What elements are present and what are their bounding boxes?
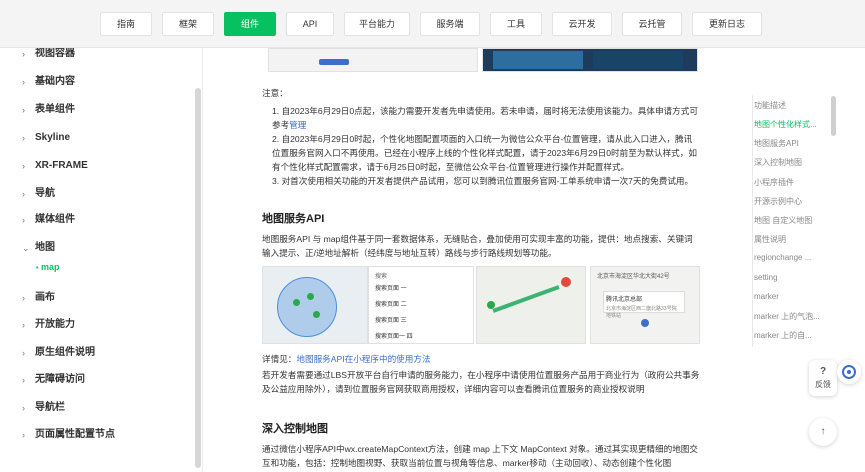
assistant-button[interactable] [837, 360, 861, 384]
toc-item[interactable]: setting [754, 273, 778, 282]
section-extra: 若开发者需要通过LBS开放平台自行申请的服务能力，在小程序中请使用位置服务产品用… [262, 370, 700, 394]
toc-item[interactable]: 地图 自定义地图 [754, 215, 812, 226]
sidebar-item-navbar[interactable]: › 导航栏 [0, 398, 195, 418]
nav-item-platform[interactable]: 平台能力 [344, 12, 410, 36]
section-title-map-api: 地图服务API [262, 213, 325, 225]
toc-item[interactable]: 开源示例中心 [754, 196, 802, 207]
sidebar-item-skyline[interactable]: › Skyline [0, 128, 195, 148]
nav-item-changelog[interactable]: 更新日志 [692, 12, 762, 36]
feedback-label: 反馈 [815, 380, 831, 389]
toc-item[interactable]: marker 上的气泡... [754, 311, 820, 322]
back-to-top-button[interactable]: ↑ [809, 418, 837, 446]
toc-item-active[interactable]: 地图个性化样式... [754, 119, 817, 130]
chevron-right-icon: › [22, 430, 25, 440]
main-content: 注意： 1. 自2023年6月29日0点起，该能力需要开发者先申请使用。若未申请… [204, 48, 749, 472]
sidebar-item-basic[interactable]: › 基础内容 [0, 72, 195, 92]
note-item-2: 2. 自2023年6月29日0时起，个性化地图配置项面的入口统一为微信公众平台-… [272, 134, 697, 172]
chevron-right-icon: › [22, 105, 25, 115]
demo-poi-map: 北京市海淀区华北大街42号 腾讯北京总部 北京市海淀区西二旗北路33号院 地铁站 [590, 266, 700, 344]
see-more: 详情见：地图服务API在小程序中的使用方法 [262, 354, 431, 364]
chevron-right-icon: › [22, 293, 25, 303]
sidebar-item-canvas[interactable]: › 画布 [0, 288, 195, 308]
toc-item[interactable]: 属性说明 [754, 234, 786, 245]
sidebar-item-form[interactable]: › 表单组件 [0, 100, 195, 120]
toc-item[interactable]: regionchange ... [754, 253, 811, 262]
preview-image-right [482, 48, 698, 72]
chevron-right-icon: › [22, 375, 25, 385]
toc-line [752, 95, 753, 347]
see-more-link[interactable]: 地图服务API在小程序中的使用方法 [296, 354, 430, 364]
sidebar-item-media[interactable]: › 媒体组件 [0, 210, 195, 230]
help-icon: ? [819, 366, 827, 377]
nav-item-tools[interactable]: 工具 [490, 12, 542, 36]
toc-scrollbar[interactable] [831, 96, 836, 136]
nav-item-guide[interactable]: 指南 [100, 12, 152, 36]
toc-item[interactable]: 深入控制地图 [754, 157, 802, 168]
chevron-right-icon: › [22, 133, 25, 143]
toc-item[interactable]: marker [754, 292, 779, 301]
sidebar-scrollbar[interactable] [195, 88, 201, 468]
nav-item-framework[interactable]: 框架 [162, 12, 214, 36]
chevron-right-icon: › [22, 348, 25, 358]
toc-item[interactable]: marker 上的自... [754, 330, 812, 341]
feedback-button[interactable]: ? 反馈 [809, 360, 837, 396]
chevron-right-icon: › [22, 77, 25, 87]
sidebar-item-open[interactable]: › 开放能力 [0, 315, 195, 335]
chevron-right-icon: › [22, 189, 25, 199]
top-nav: 指南 框架 组件 API 平台能力 服务端 工具 云开发 云托管 更新日志 [0, 0, 865, 48]
bullet-icon: • [36, 265, 39, 272]
toc-item[interactable]: 功能描述 [754, 100, 786, 111]
chevron-right-icon: › [22, 403, 25, 413]
note-item-3: 3. 对首次使用相关功能的开发者提供产品试用，您可以到腾讯位置服务官网-工单系统… [272, 176, 694, 186]
sidebar-sub-item-map[interactable]: • map [36, 262, 59, 272]
chevron-right-icon: › [22, 161, 25, 171]
sidebar-item-accessibility[interactable]: › 无障碍访问 [0, 370, 195, 390]
toc-item[interactable]: 地图服务API [754, 138, 799, 149]
demo-route-map [476, 266, 586, 344]
nav-item-components[interactable]: 组件 [224, 12, 276, 36]
section-title-map-control: 深入控制地图 [262, 423, 328, 435]
sidebar-item-navigation[interactable]: › 导航 [0, 184, 195, 204]
note-label: 注意： [262, 88, 288, 98]
sidebar-item-page-meta[interactable]: › 页面属性配置节点 [0, 425, 195, 445]
nav-item-cloud-host[interactable]: 云托管 [622, 12, 682, 36]
chevron-down-icon: ⌄ [22, 243, 30, 253]
nav-item-cloud-dev[interactable]: 云开发 [552, 12, 612, 36]
nav-item-server[interactable]: 服务端 [420, 12, 480, 36]
demo-search-list: 搜索 搜索页面 一 搜索页面 二 搜索页面 三 搜索页面一 四 [368, 266, 474, 344]
demo-map-circle [262, 266, 368, 344]
sidebar-item-xr-frame[interactable]: › XR-FRAME [0, 156, 195, 176]
note-item-1: 1. 自2023年6月29日0点起，该能力需要开发者先申请使用。若未申请，届时将… [272, 106, 698, 130]
sidebar: › 视图容器 › 基础内容 › 表单组件 › Skyline › XR-FRAME › 导航… [0, 48, 203, 472]
sidebar-item-native[interactable]: › 原生组件说明 [0, 343, 195, 363]
note-1-link[interactable]: 管理 [289, 120, 306, 130]
preview-image-left [268, 48, 478, 72]
chevron-right-icon: › [22, 215, 25, 225]
assistant-icon [842, 365, 856, 379]
section-desc-map-api: 地图服务API 与 map组件基于同一套数据体系，无缝贴合，叠加使用可实现丰富的… [262, 234, 693, 258]
sidebar-item-map[interactable]: ⌄ 地图 [0, 238, 195, 258]
toc-item[interactable]: 小程序插件 [754, 177, 794, 188]
chevron-right-icon: › [22, 320, 25, 330]
nav-item-api[interactable]: API [286, 12, 334, 36]
section-desc-map-control: 通过微信小程序API中wx.createMapContext方法，创建 map … [262, 444, 698, 468]
